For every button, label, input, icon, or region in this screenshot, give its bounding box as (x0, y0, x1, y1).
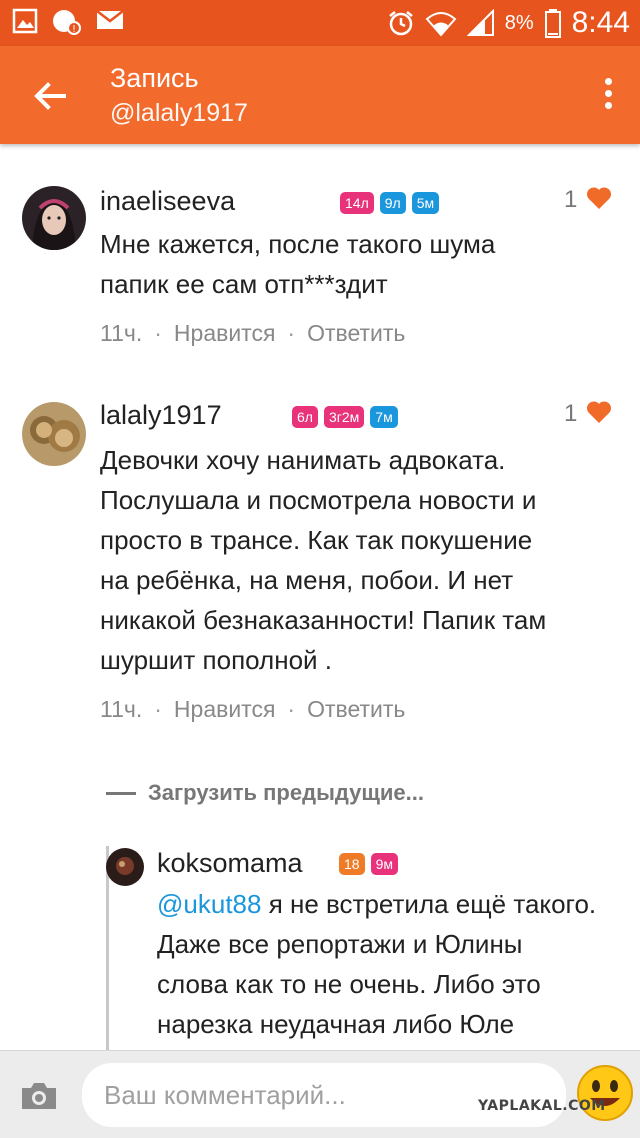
camera-button[interactable] (20, 1081, 58, 1111)
comment-text: @ukut88 я не встретила ещё такого. Даже … (157, 889, 597, 1039)
comment-username[interactable]: inaeliseeva (100, 186, 235, 217)
comment-username[interactable]: lalaly1917 (100, 400, 222, 431)
comment-text: Девочки хочу нанимать адвоката. Послушал… (100, 445, 547, 675)
comment-time: 11ч. (100, 696, 143, 722)
comment-text: Мне кажется, после такого шума папик ее … (100, 229, 496, 299)
alarm-icon (388, 11, 413, 36)
status-badge: 6л (292, 406, 318, 428)
comment-item: lalaly1917 6л 3г2м 7м 1 Девочки хочу нан… (0, 366, 640, 736)
app-bar: Запись @lalaly1917 (0, 46, 640, 144)
reply-comment-item: koksomama 18 9м @ukut88 я не встретила е… (0, 840, 640, 1050)
comment-composer (0, 1050, 640, 1138)
overflow-menu-button[interactable] (598, 74, 618, 118)
status-badge: 9м (370, 853, 398, 875)
load-previous-label: Загрузить предыдущие... (148, 780, 424, 805)
watermark: YAPLAKAL.COM (478, 1098, 606, 1114)
reply-link[interactable]: Ответить (307, 696, 405, 723)
battery-percent: 8% (504, 11, 534, 34)
page-title: Запись (110, 63, 199, 93)
avatar[interactable] (106, 848, 144, 886)
status-badge: 5м (411, 192, 440, 214)
gallery-notification-icon (12, 8, 38, 34)
avatar[interactable] (22, 186, 86, 250)
battery-icon (544, 9, 561, 38)
back-button[interactable] (28, 74, 72, 118)
badge-group: 14л 9л 5м (340, 192, 440, 214)
comment-meta: 11ч. · Нравится · Ответить (100, 696, 406, 723)
camera-icon (22, 1083, 56, 1109)
like-count: 1 (564, 186, 578, 213)
status-badge: 7м (370, 406, 398, 428)
comment-username[interactable]: koksomama (157, 848, 303, 879)
like-link[interactable]: Нравится (174, 320, 276, 347)
status-badge: 18 (339, 853, 365, 875)
badge-group: 18 9м (339, 853, 398, 875)
like-count: 1 (564, 400, 578, 427)
odnoklassniki-notification-icon: ! (53, 10, 81, 35)
svg-text:!: ! (72, 24, 76, 35)
load-previous-button[interactable]: Загрузить предыдущие... (106, 780, 424, 806)
avatar[interactable] (22, 402, 86, 466)
page-subtitle: @lalaly1917 (110, 99, 248, 127)
status-badge: 9л (379, 192, 406, 214)
reply-link[interactable]: Ответить (307, 320, 405, 347)
more-vert-icon (604, 78, 612, 85)
heart-icon[interactable] (586, 400, 612, 424)
mail-notification-icon (96, 10, 124, 29)
user-mention-link[interactable]: @ukut88 (157, 889, 261, 919)
badge-group: 6л 3г2м 7м (292, 406, 398, 428)
status-time: 8:44 (571, 6, 630, 39)
comment-item: inaeliseeva 14л 9л 5м 1 Мне кажется, пос… (0, 150, 640, 370)
heart-icon[interactable] (586, 186, 612, 210)
status-badge: 3г2м (323, 406, 365, 428)
arrow-back-icon (34, 82, 66, 110)
signal-icon (466, 9, 494, 36)
comment-meta: 11ч. · Нравится · Ответить (100, 320, 406, 347)
status-bar: ! 8% 8:44 (0, 0, 640, 46)
wifi-icon (425, 12, 457, 37)
comment-time: 11ч. (100, 320, 143, 346)
comment-input[interactable] (82, 1063, 566, 1127)
status-badge: 14л (340, 192, 374, 214)
like-link[interactable]: Нравится (174, 696, 276, 723)
title-block: Запись @lalaly1917 (110, 60, 248, 130)
